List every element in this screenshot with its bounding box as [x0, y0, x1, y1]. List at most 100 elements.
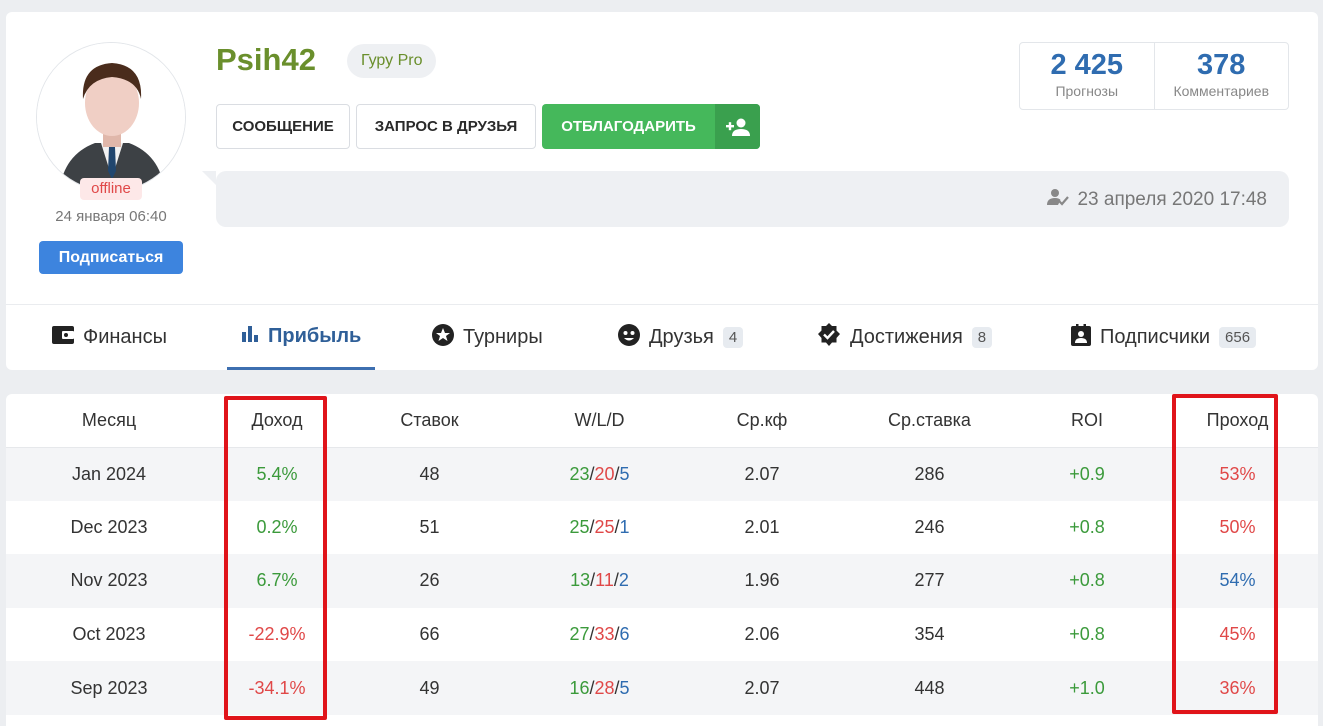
- avg-odds-cell: 2.06: [744, 624, 780, 645]
- status-date-text: 23 апреля 2020 17:48: [1077, 189, 1267, 210]
- avg-odds-cell: 2.07: [682, 661, 842, 715]
- table-row[interactable]: Oct 2023 -22.9% 66 27/33/6 2.06 354 +0.8…: [6, 608, 1318, 662]
- stat-label: Комментариев: [1173, 83, 1270, 99]
- bar-chart-icon: [241, 324, 259, 348]
- tab-label: Финансы: [83, 326, 167, 348]
- username[interactable]: Psih42: [216, 42, 316, 78]
- wld-cell: 23/20/5: [517, 447, 682, 501]
- wallet-icon: [52, 325, 74, 351]
- column-header-income[interactable]: Доход: [212, 394, 342, 448]
- column-header-month[interactable]: Месяц: [6, 394, 212, 448]
- losses-value: 20: [594, 463, 615, 484]
- tab-friends[interactable]: Друзья 4: [618, 305, 744, 370]
- bets-cell: 48: [342, 447, 517, 501]
- message-button[interactable]: СООБЩЕНИЕ: [216, 104, 350, 149]
- stats-box: 2 425 Прогнозы 378 Комментариев: [1019, 42, 1289, 110]
- tab-tournaments[interactable]: Турниры: [432, 305, 543, 370]
- wld-cell: 13/11/2: [517, 554, 682, 608]
- smile-icon: [618, 323, 640, 352]
- achievements-count-badge: 8: [971, 327, 993, 348]
- month-cell: Oct 2023: [72, 624, 146, 645]
- thank-button[interactable]: ОТБЛАГОДАРИТЬ: [542, 104, 760, 149]
- status-bubble: 23 апреля 2020 17:48: [202, 171, 1289, 227]
- wld-cell: 27/33/6: [569, 624, 630, 645]
- subscribers-count-badge: 656: [1219, 327, 1257, 348]
- wins-value: 13: [570, 570, 591, 591]
- table-row[interactable]: Nov 2023 6.7% 26 13/11/2 1.96 277 +0.8 5…: [6, 554, 1318, 608]
- thank-button-label: ОТБЛАГОДАРИТЬ: [561, 118, 696, 135]
- month-cell: Jan 2024: [6, 447, 212, 501]
- friends-count-badge: 4: [722, 327, 744, 348]
- tab-profit[interactable]: Прибыль: [227, 305, 376, 370]
- avg-odds-cell: 2.01: [744, 516, 780, 537]
- wins-value: 27: [569, 624, 590, 645]
- wins-value: 25: [569, 516, 590, 537]
- column-header-bets[interactable]: Ставок: [342, 394, 517, 448]
- pass-cell: 45%: [1219, 624, 1256, 645]
- avg-stake-cell: 354: [914, 624, 945, 645]
- pass-cell: 50%: [1219, 516, 1256, 537]
- profile-card: offline 24 января 06:40 Подписаться Psih…: [6, 12, 1318, 370]
- column-header-avg-stake[interactable]: Ср.ставка: [842, 394, 1017, 448]
- status-date: 23 апреля 2020 17:48: [1047, 188, 1267, 212]
- last-seen-time: 24 января 06:40: [55, 208, 167, 225]
- avg-odds-cell: 1.96: [682, 554, 842, 608]
- avg-stake-cell: 277: [842, 554, 1017, 608]
- bets-cell: 51: [419, 516, 440, 537]
- draws-value: 6: [619, 624, 630, 645]
- stat-forecasts[interactable]: 2 425 Прогнозы: [1020, 43, 1154, 109]
- roi-cell: +0.8: [1069, 624, 1105, 645]
- stat-value: 378: [1197, 49, 1246, 81]
- tab-label: Прибыль: [268, 324, 362, 347]
- income-cell: -22.9%: [248, 624, 306, 645]
- tab-finance[interactable]: Финансы: [52, 305, 167, 370]
- wins-value: 16: [569, 677, 590, 698]
- stat-label: Прогнозы: [1055, 83, 1119, 99]
- avatar[interactable]: [36, 42, 186, 192]
- income-cell: -34.1%: [212, 661, 342, 715]
- contact-icon: [1071, 323, 1091, 352]
- avg-odds-cell: 2.07: [682, 447, 842, 501]
- income-cell: 6.7%: [212, 554, 342, 608]
- avg-stake-cell: 246: [914, 516, 945, 537]
- subscribe-button[interactable]: Подписаться: [39, 241, 183, 274]
- tab-achievements[interactable]: Достижения 8: [817, 305, 993, 370]
- stat-value: 2 425: [1050, 49, 1124, 81]
- losses-value: 28: [594, 677, 615, 698]
- bets-cell: 66: [419, 624, 440, 645]
- tab-label: Подписчики: [1100, 326, 1211, 348]
- wld-cell: 25/25/1: [569, 516, 630, 537]
- income-cell: 0.2%: [256, 516, 298, 537]
- wins-value: 23: [569, 463, 590, 484]
- tab-bar: Финансы Прибыль Турниры Друзья 4 Достиже…: [6, 305, 1318, 370]
- pass-cell: 54%: [1157, 554, 1318, 608]
- table-row[interactable]: Sep 2023 -34.1% 49 16/28/5 2.07 448 +1.0…: [6, 661, 1318, 715]
- column-header-pass[interactable]: Проход: [1157, 394, 1318, 448]
- table-row[interactable]: Jan 2024 5.4% 48 23/20/5 2.07 286 +0.9 5…: [6, 447, 1318, 501]
- pass-cell: 36%: [1157, 661, 1318, 715]
- roi-cell: +0.8: [1017, 554, 1157, 608]
- stat-comments[interactable]: 378 Комментариев: [1153, 43, 1289, 109]
- month-cell: Nov 2023: [6, 554, 212, 608]
- profit-table-card: Месяц Доход Ставок W/L/D Ср.кф Ср.ставка…: [6, 394, 1318, 726]
- bets-cell: 26: [342, 554, 517, 608]
- column-header-wld[interactable]: W/L/D: [517, 394, 682, 448]
- online-status-badge: offline: [80, 178, 142, 200]
- pass-cell: 53%: [1157, 447, 1318, 501]
- draws-value: 5: [619, 677, 630, 698]
- wld-cell: 16/28/5: [517, 661, 682, 715]
- badge-check-icon: [817, 322, 841, 353]
- friend-request-button[interactable]: ЗАПРОС В ДРУЗЬЯ: [356, 104, 536, 149]
- month-cell: Dec 2023: [70, 516, 148, 537]
- avg-stake-cell: 448: [842, 661, 1017, 715]
- draws-value: 2: [618, 570, 629, 591]
- tab-subscribers[interactable]: Подписчики 656: [1071, 305, 1257, 370]
- column-header-avg-odds[interactable]: Ср.кф: [682, 394, 842, 448]
- roi-cell: +1.0: [1017, 661, 1157, 715]
- profit-table: Месяц Доход Ставок W/L/D Ср.кф Ср.ставка…: [6, 394, 1318, 715]
- avg-stake-cell: 286: [842, 447, 1017, 501]
- table-row[interactable]: Dec 2023 0.2% 51 25/25/1 2.01 246 +0.8 5…: [6, 501, 1318, 555]
- draws-value: 1: [619, 516, 630, 537]
- column-header-roi[interactable]: ROI: [1017, 394, 1157, 448]
- tab-label: Турниры: [463, 326, 543, 348]
